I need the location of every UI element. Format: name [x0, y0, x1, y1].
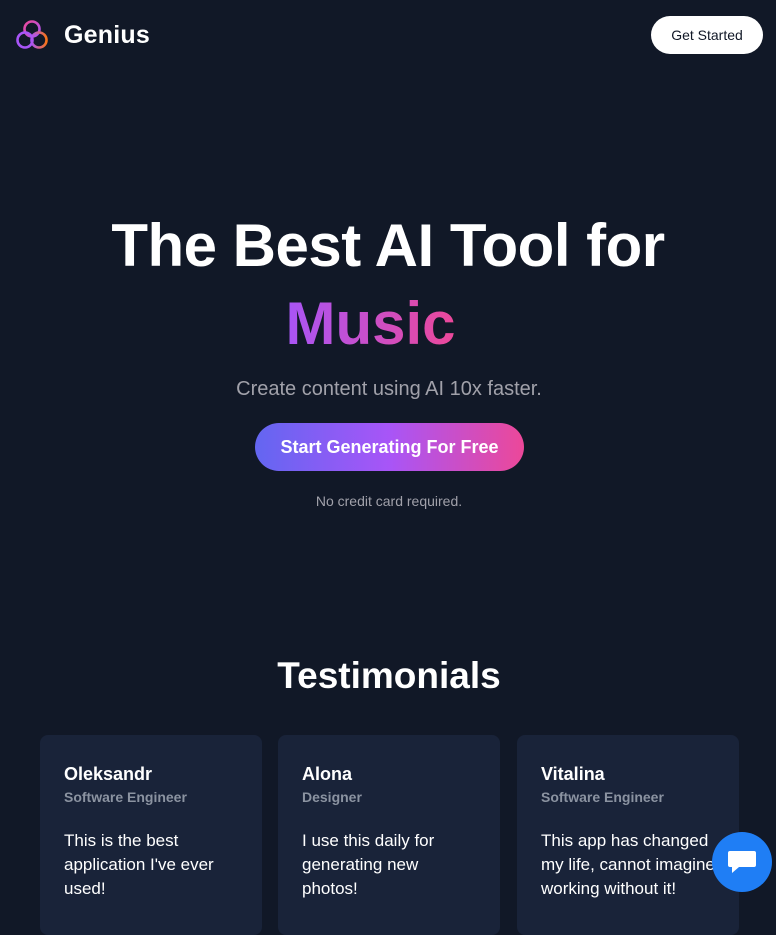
testimonial-quote-line: my life, cannot imagine	[541, 855, 715, 874]
start-generating-button[interactable]: Start Generating For Free	[255, 423, 524, 471]
testimonial-quote-line: application I've ever	[64, 855, 214, 874]
testimonial-card: Oleksandr Software Engineer This is the …	[40, 735, 262, 935]
testimonial-quote: I use this daily for generating new phot…	[302, 829, 492, 901]
testimonial-quote-line: working without it!	[541, 879, 677, 898]
testimonial-quote-line: I use this daily for	[302, 831, 435, 850]
testimonial-name: Alona	[302, 764, 353, 784]
testimonial-quote: This is the best application I've ever u…	[64, 829, 254, 901]
brand-name[interactable]: Genius	[64, 20, 150, 50]
hero-title-highlight: Music	[285, 290, 456, 357]
hero-title: The Best AI Tool for	[111, 212, 665, 279]
get-started-button[interactable]: Get Started	[651, 16, 763, 54]
testimonial-quote-line: photos!	[302, 879, 358, 898]
testimonial-quote: This app has changed my life, cannot ima…	[541, 829, 731, 901]
testimonial-name: Oleksandr	[64, 764, 153, 784]
testimonial-quote-line: used!	[64, 879, 106, 898]
testimonial-role: Software Engineer	[64, 789, 187, 805]
testimonial-card: Vitalina Software Engineer This app has …	[517, 735, 739, 935]
testimonials-title: Testimonials	[277, 655, 501, 696]
testimonial-quote-line: generating new	[302, 855, 419, 874]
chat-bubble-icon	[728, 851, 756, 873]
testimonial-quote-line: This app has changed	[541, 831, 709, 850]
testimonial-role: Software Engineer	[541, 789, 664, 805]
hero-subtitle: Create content using AI 10x faster.	[236, 378, 542, 400]
navbar: Genius Get Started	[0, 0, 776, 70]
testimonial-quote-line: This is the best	[64, 831, 179, 850]
testimonial-card: Alona Designer I use this daily for gene…	[278, 735, 500, 935]
chat-button[interactable]	[712, 832, 772, 892]
testimonial-role: Designer	[302, 789, 362, 805]
no-credit-card-note: No credit card required.	[315, 493, 463, 509]
logo-icon[interactable]	[15, 18, 49, 52]
hero-title-highlight-row: Music	[0, 288, 741, 360]
testimonial-name: Vitalina	[541, 764, 605, 784]
